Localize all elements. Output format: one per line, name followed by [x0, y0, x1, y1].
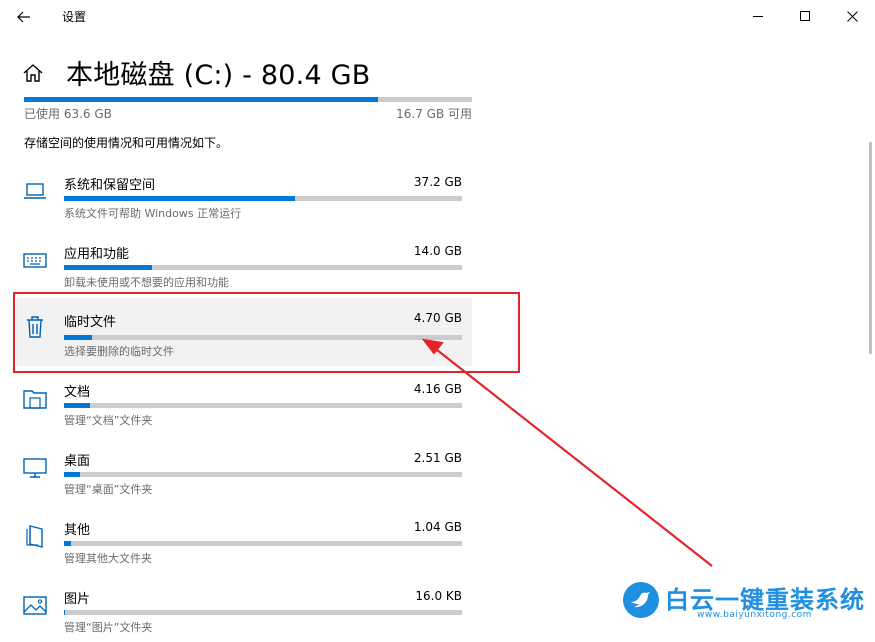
category-description: 管理“文档”文件夹	[64, 414, 153, 427]
category-size: 4.16 GB	[413, 382, 462, 396]
category-description: 管理“桌面”文件夹	[64, 483, 153, 496]
picture-icon	[23, 596, 47, 615]
category-size: 37.2 GB	[413, 175, 462, 189]
minimize-button[interactable]	[735, 0, 781, 32]
watermark-url: www.baiyunxitong.com	[697, 610, 812, 620]
category-apps[interactable]: 应用和功能 14.0 GB 卸载未使用或不想要的应用和功能	[16, 239, 472, 297]
category-bar	[64, 265, 462, 270]
category-size: 14.0 GB	[413, 244, 462, 258]
arrow-left-icon	[17, 11, 30, 23]
category-name: 应用和功能	[64, 247, 130, 262]
category-bar	[64, 196, 462, 201]
category-size: 16.0 KB	[415, 589, 462, 603]
maximize-icon	[799, 10, 810, 21]
document-icon	[26, 525, 43, 548]
category-name: 其他	[64, 523, 91, 538]
monitor-icon	[23, 458, 47, 478]
folder-icon	[23, 390, 47, 409]
category-bar-fill	[64, 541, 71, 546]
category-bar	[64, 472, 462, 477]
close-icon	[846, 10, 858, 22]
title-bar: 设置	[0, 0, 875, 34]
category-bar-fill	[64, 610, 66, 615]
category-description: 管理“图片”文件夹	[64, 621, 153, 634]
close-button[interactable]	[829, 0, 875, 32]
disk-usage-fill	[24, 97, 379, 102]
app-title: 设置	[62, 10, 87, 24]
category-name: 桌面	[64, 454, 91, 469]
page-title: 本地磁盘 (C:) - 80.4 GB	[66, 60, 371, 91]
scrollbar[interactable]	[869, 142, 872, 354]
category-bar	[64, 541, 462, 546]
minimize-icon	[752, 15, 763, 17]
back-button[interactable]	[10, 4, 38, 30]
category-bar-fill	[64, 265, 152, 270]
category-description: 管理其他大文件夹	[64, 552, 152, 565]
annotation-highlight-box	[13, 292, 520, 373]
category-desktop[interactable]: 桌面 2.51 GB 管理“桌面”文件夹	[16, 446, 472, 504]
used-label: 已使用 63.6 GB	[24, 107, 112, 121]
disk-usage-bar	[24, 97, 472, 102]
category-bar	[64, 610, 462, 615]
category-size: 2.51 GB	[413, 451, 462, 465]
home-icon	[23, 64, 43, 82]
maximize-button[interactable]	[782, 0, 828, 32]
keyboard-icon	[23, 253, 47, 268]
category-bar-fill	[64, 196, 295, 201]
category-name: 图片	[64, 592, 91, 607]
category-bar-fill	[64, 472, 80, 477]
category-bar	[64, 403, 462, 408]
category-description: 卸载未使用或不想要的应用和功能	[64, 276, 229, 289]
bird-logo-icon	[623, 582, 659, 618]
category-system[interactable]: 系统和保留空间 37.2 GB 系统文件可帮助 Windows 正常运行	[16, 170, 472, 228]
category-size: 1.04 GB	[413, 520, 462, 534]
watermark: 白云一键重装系统 www.baiyunxitong.com	[621, 578, 871, 624]
laptop-icon	[24, 183, 46, 199]
category-name: 系统和保留空间	[64, 178, 156, 193]
category-documents[interactable]: 文档 4.16 GB 管理“文档”文件夹	[16, 377, 472, 435]
category-bar-fill	[64, 403, 90, 408]
category-pictures[interactable]: 图片 16.0 KB 管理“图片”文件夹	[16, 584, 472, 642]
usage-description: 存储空间的使用情况和可用情况如下。	[24, 136, 229, 150]
category-description: 系统文件可帮助 Windows 正常运行	[64, 207, 242, 220]
category-name: 文档	[64, 385, 91, 400]
free-label: 16.7 GB 可用	[396, 107, 472, 121]
category-other[interactable]: 其他 1.04 GB 管理其他大文件夹	[16, 515, 472, 573]
